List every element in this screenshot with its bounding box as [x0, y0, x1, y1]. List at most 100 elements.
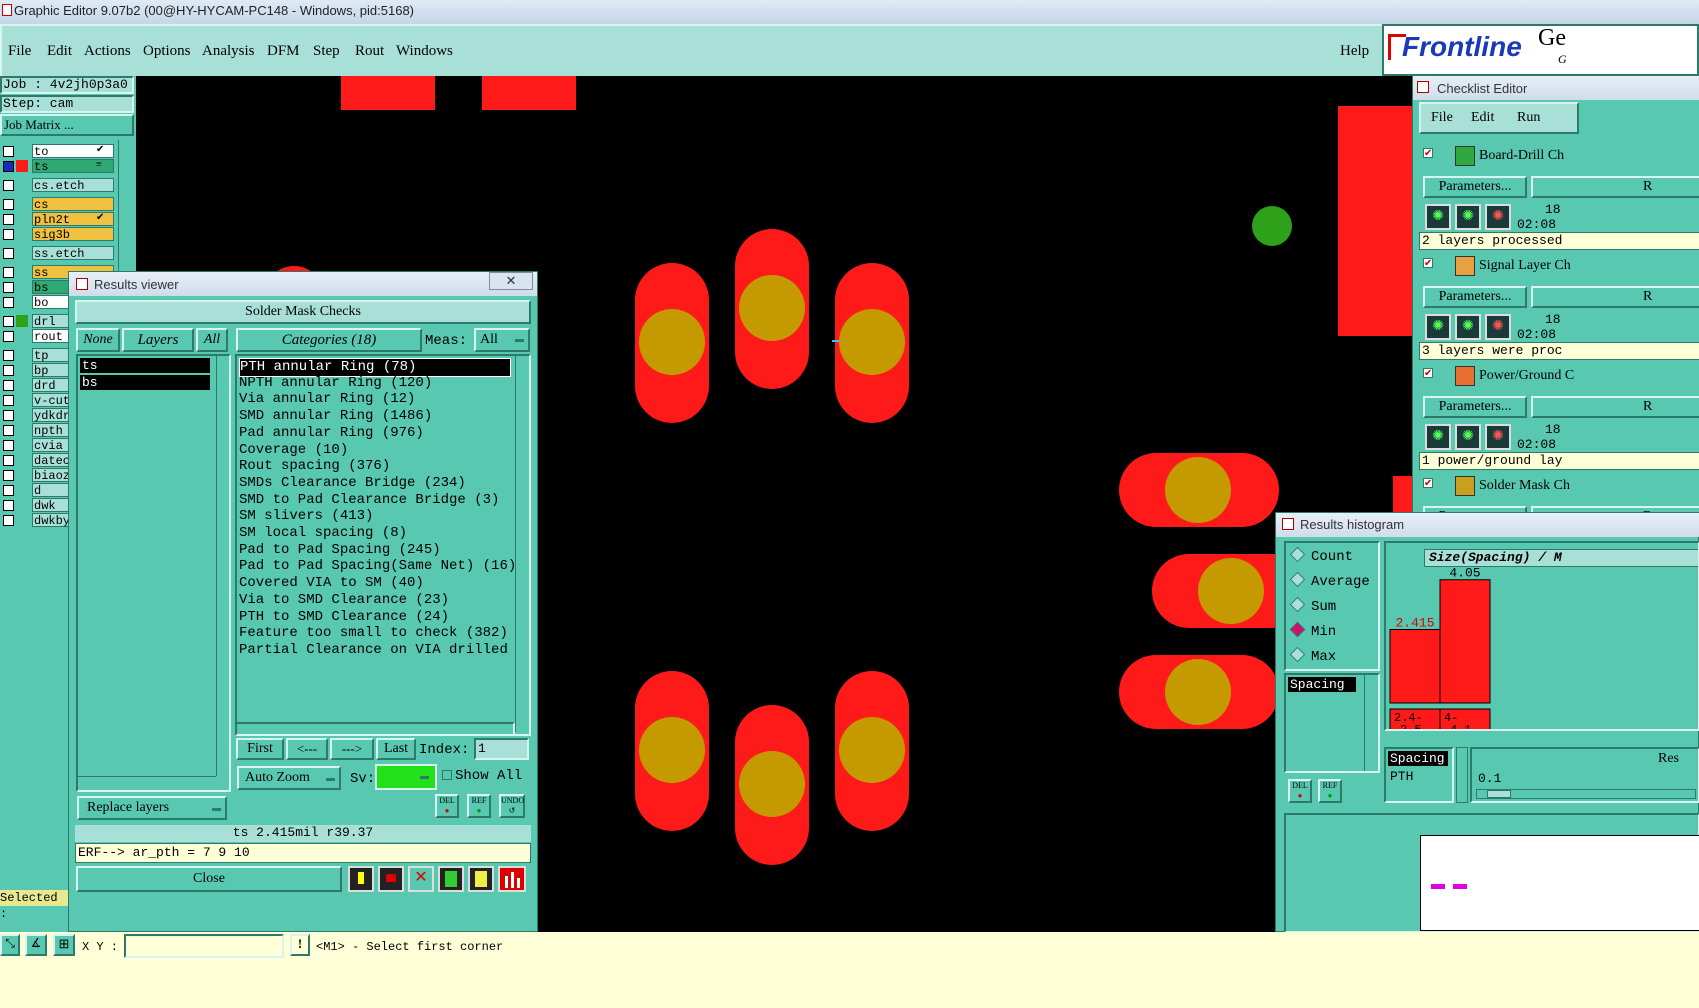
- category-item[interactable]: SM local spacing (8): [239, 525, 407, 542]
- category-item[interactable]: NPTH annular Ring (120): [239, 375, 432, 392]
- categories-button[interactable]: Categories (18): [236, 328, 422, 352]
- category-item[interactable]: Via annular Ring (12): [239, 391, 415, 408]
- menu-dfm[interactable]: DFM: [267, 43, 300, 60]
- categories-vscroll[interactable]: [515, 356, 527, 732]
- parameters-button[interactable]: Parameters...: [1423, 286, 1527, 308]
- bar-tool-icon[interactable]: [348, 866, 374, 892]
- menu-windows[interactable]: Windows: [396, 43, 453, 60]
- hist-option-min[interactable]: Min: [1289, 621, 1336, 640]
- category-item[interactable]: SM slivers (413): [239, 508, 373, 525]
- category-item[interactable]: Pad annular Ring (976): [239, 425, 424, 442]
- hist-del-button[interactable]: DEL ●: [1288, 779, 1312, 803]
- layer-checkbox[interactable]: [3, 500, 14, 511]
- layer-checkbox[interactable]: [3, 282, 14, 293]
- layer-checkbox[interactable]: [3, 470, 14, 481]
- layer-checkbox[interactable]: [3, 248, 14, 259]
- layer-checkbox[interactable]: [3, 180, 14, 191]
- layers-all-button[interactable]: All: [196, 328, 228, 352]
- layer-checkbox[interactable]: [3, 365, 14, 376]
- menu-step[interactable]: Step: [313, 43, 340, 60]
- list-tool-icon[interactable]: [468, 866, 494, 892]
- checklist-item-name[interactable]: Solder Mask Ch: [1479, 478, 1570, 494]
- check-icon[interactable]: ✔: [1423, 478, 1433, 489]
- category-item[interactable]: SMDs Clearance Bridge (234): [239, 475, 466, 492]
- layers-button[interactable]: Layers: [122, 328, 194, 352]
- menu-rout[interactable]: Rout: [355, 43, 384, 60]
- layer-checkbox[interactable]: [3, 425, 14, 436]
- xy-input[interactable]: [124, 934, 284, 958]
- report-tool-icon[interactable]: [438, 866, 464, 892]
- menu-options[interactable]: Options: [143, 43, 191, 60]
- run-status-icon[interactable]: ✺: [1485, 314, 1511, 340]
- layer-checkbox[interactable]: [3, 146, 14, 157]
- hist-field-pth[interactable]: PTH: [1390, 769, 1413, 784]
- auto-zoom-dropdown[interactable]: Auto Zoom: [237, 766, 341, 790]
- run-status-icon[interactable]: ✺: [1455, 424, 1481, 450]
- parameters-button[interactable]: Parameters...: [1423, 176, 1527, 198]
- grid-tool-icon[interactable]: ⊞: [53, 934, 75, 956]
- ref-button[interactable]: REF ●: [467, 794, 491, 818]
- run-button[interactable]: R: [1531, 176, 1699, 198]
- run-button[interactable]: R: [1531, 286, 1699, 308]
- layer-checkbox[interactable]: [3, 267, 14, 278]
- hist-option-max[interactable]: Max: [1289, 646, 1336, 665]
- close-icon[interactable]: ✕: [489, 272, 533, 290]
- layer-row[interactable]: sig3b: [0, 227, 116, 243]
- category-item[interactable]: SMD annular Ring (1486): [239, 408, 432, 425]
- layer-row[interactable]: cs.etch: [0, 178, 116, 194]
- hist-option-count[interactable]: Count: [1289, 546, 1353, 565]
- close-button[interactable]: Close: [76, 866, 342, 892]
- parameters-button[interactable]: Parameters...: [1423, 396, 1527, 418]
- layer-row[interactable]: pln2t ✔: [0, 212, 116, 228]
- layer-checkbox[interactable]: [3, 455, 14, 466]
- layer-list-vscroll[interactable]: [216, 356, 228, 776]
- replace-layers-dropdown[interactable]: Replace layers: [77, 796, 227, 820]
- layer-row[interactable]: ts ≡: [0, 159, 116, 175]
- layer-checkbox[interactable]: [3, 485, 14, 496]
- category-item[interactable]: Via to SMD Clearance (23): [239, 592, 449, 609]
- checklist-menu-edit[interactable]: Edit: [1471, 110, 1494, 126]
- layer-checkbox[interactable]: [3, 214, 14, 225]
- hist-option-sum[interactable]: Sum: [1289, 596, 1336, 615]
- layer-row[interactable]: ss.etch: [0, 246, 116, 262]
- hist-field-spacing[interactable]: Spacing: [1388, 751, 1448, 766]
- layers-none-button[interactable]: None: [76, 328, 120, 352]
- next-button[interactable]: --->: [330, 738, 374, 760]
- cross-tool-icon[interactable]: ✕: [408, 866, 434, 892]
- category-item[interactable]: Coverage (10): [239, 442, 348, 459]
- flag-tool-icon[interactable]: [378, 866, 404, 892]
- sv-color-dropdown[interactable]: [375, 764, 437, 790]
- hist-ref-button[interactable]: REF ●: [1318, 779, 1342, 803]
- index-input[interactable]: 1: [474, 738, 529, 760]
- menu-file[interactable]: File: [8, 43, 31, 60]
- layer-checkbox[interactable]: [3, 161, 14, 172]
- prev-button[interactable]: <---: [286, 738, 328, 760]
- layer-checkbox[interactable]: [3, 316, 14, 327]
- first-button[interactable]: First: [236, 738, 284, 760]
- categories-hscroll[interactable]: [235, 722, 515, 736]
- resolution-slider[interactable]: [1476, 789, 1696, 799]
- layer-checkbox[interactable]: [3, 515, 14, 526]
- category-item[interactable]: Pad to Pad Spacing (245): [239, 542, 441, 559]
- run-status-icon[interactable]: ✺: [1425, 424, 1451, 450]
- run-status-icon[interactable]: ✺: [1425, 204, 1451, 230]
- checklist-item-name[interactable]: Signal Layer Ch: [1479, 258, 1571, 274]
- layer-checkbox[interactable]: [3, 395, 14, 406]
- measure-tool-icon[interactable]: ∡: [25, 934, 47, 956]
- del-button[interactable]: DEL ●: [435, 794, 459, 818]
- histogram-bar[interactable]: [1439, 579, 1491, 704]
- layer-row[interactable]: to ✔: [0, 144, 116, 160]
- check-icon[interactable]: ✔: [1423, 148, 1433, 159]
- checklist-item-name[interactable]: Power/Ground C: [1479, 368, 1574, 384]
- histogram-list-scroll[interactable]: [1364, 675, 1376, 771]
- check-icon[interactable]: ✔: [1423, 258, 1433, 269]
- meas-dropdown[interactable]: All: [474, 328, 530, 352]
- run-status-icon[interactable]: ✺: [1455, 204, 1481, 230]
- run-status-icon[interactable]: ✺: [1425, 314, 1451, 340]
- layer-checkbox[interactable]: [3, 380, 14, 391]
- layer-checkbox[interactable]: [3, 331, 14, 342]
- layer-checkbox[interactable]: [3, 229, 14, 240]
- category-item[interactable]: Partial Clearance on VIA drilled: [239, 642, 508, 659]
- run-status-icon[interactable]: ✺: [1485, 424, 1511, 450]
- category-item[interactable]: PTH to SMD Clearance (24): [239, 609, 449, 626]
